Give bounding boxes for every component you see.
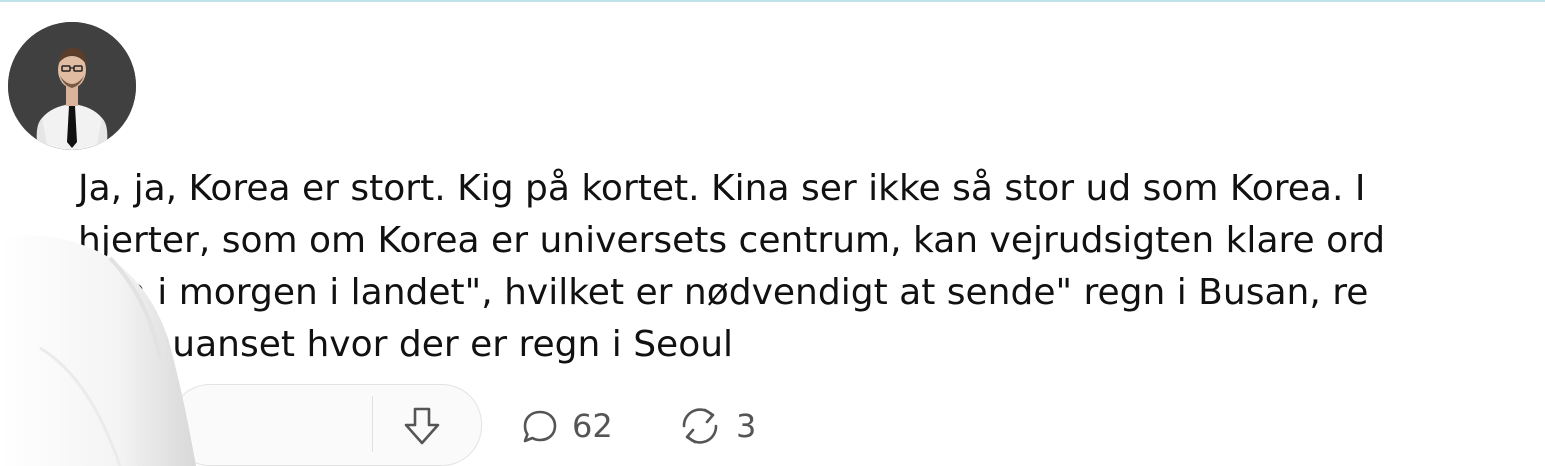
downvote-icon	[404, 407, 440, 445]
vote-divider	[372, 396, 373, 452]
post-action-bar: 62 3	[0, 384, 900, 466]
comment-button[interactable]: 62	[520, 404, 613, 448]
post-line: oul", uanset hvor der er regn i Seoul	[78, 324, 734, 365]
avatar-image	[8, 22, 136, 150]
top-divider	[0, 0, 1545, 2]
post-body: Ja, ja, Korea er stort. Kig på kortet. K…	[78, 163, 1545, 371]
post-line: egn i morgen i landet", hvilket er nødve…	[78, 272, 1369, 313]
repost-button[interactable]: 3	[676, 404, 756, 448]
comment-icon	[523, 410, 557, 443]
repost-count: 3	[736, 407, 757, 445]
post-line: Ja, ja, Korea er stort. Kig på kortet. K…	[78, 168, 1366, 209]
comment-count: 62	[572, 407, 613, 445]
avatar[interactable]	[8, 22, 136, 150]
downvote-button[interactable]	[398, 404, 446, 448]
repost-icon	[682, 408, 718, 444]
post-line: hjerter, som om Korea er universets cent…	[78, 220, 1386, 261]
